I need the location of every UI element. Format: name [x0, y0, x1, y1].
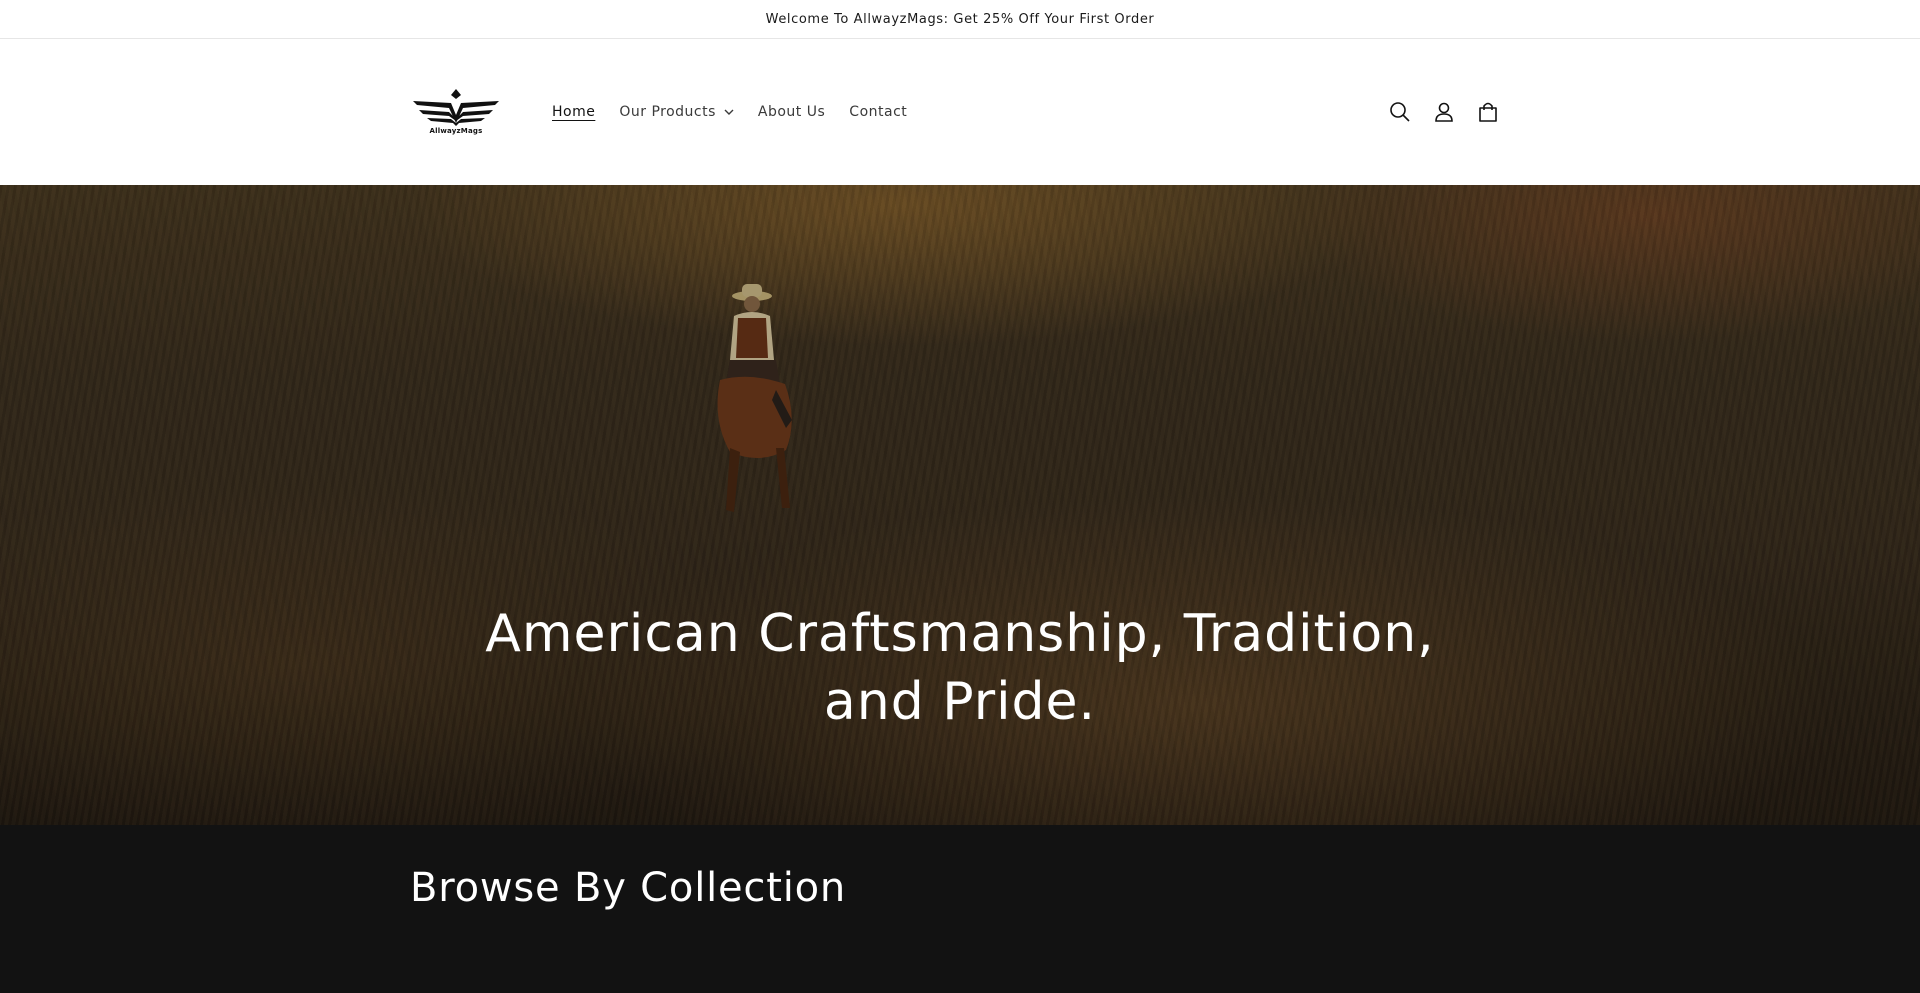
collections-section: Browse By Collection	[0, 825, 1920, 993]
logo-text: AllwayzMags	[429, 127, 483, 135]
nav-item-about-us[interactable]: About Us	[746, 96, 837, 128]
main-nav: Home Our Products About Us Contact	[540, 96, 919, 128]
header-icons	[1382, 94, 1506, 130]
search-button[interactable]	[1382, 94, 1418, 130]
announcement-text: Welcome To AllwayzMags: Get 25% Off Your…	[765, 11, 1155, 27]
eagle-logo-icon	[413, 89, 499, 126]
nav-item-label: Our Products	[619, 104, 716, 120]
nav-item-label: Contact	[849, 104, 908, 120]
nav-item-contact[interactable]: Contact	[837, 96, 919, 128]
nav-item-label: About Us	[757, 104, 826, 120]
account-icon	[1435, 102, 1453, 122]
hero-banner: American Craftsmanship, Tradition, and P…	[0, 185, 1920, 825]
cart-button[interactable]	[1470, 94, 1506, 130]
nav-item-home[interactable]: Home	[540, 96, 607, 128]
logo-link[interactable]: AllwayzMags	[410, 85, 502, 139]
nav-item-our-products[interactable]: Our Products	[607, 96, 746, 128]
announcement-bar: Welcome To AllwayzMags: Get 25% Off Your…	[0, 0, 1920, 39]
hero-heading: American Craftsmanship, Tradition, and P…	[485, 604, 1435, 732]
account-button[interactable]	[1426, 94, 1462, 130]
search-icon	[1390, 102, 1410, 122]
cart-icon	[1479, 102, 1497, 122]
nav-item-label: Home	[552, 104, 596, 120]
collections-title: Browse By Collection	[410, 865, 847, 911]
site-header: AllwayzMags Home Our Products About Us C…	[0, 39, 1920, 185]
chevron-down-icon	[724, 109, 734, 115]
